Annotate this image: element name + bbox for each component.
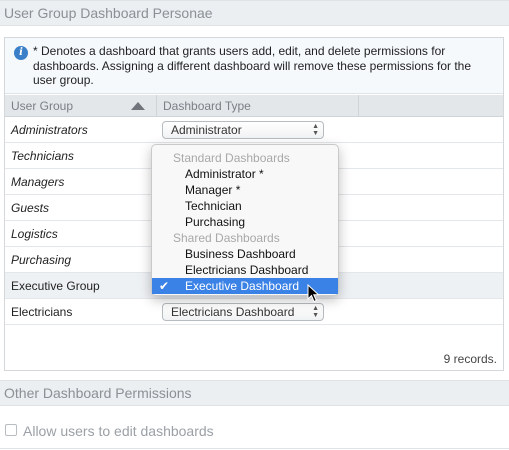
dropdown-option[interactable]: Administrator * xyxy=(152,166,338,182)
sort-ascending-icon xyxy=(131,102,145,110)
user-group-cell: Executive Group xyxy=(11,279,100,293)
dashboard-type-dropdown-menu: Standard Dashboards Administrator * Mana… xyxy=(151,144,339,296)
user-group-cell: Administrators xyxy=(11,123,88,137)
dashboard-type-select[interactable]: Electricians Dashboard ▲ ▼ xyxy=(162,303,324,321)
divider xyxy=(0,448,509,449)
dropdown-group-standard: Standard Dashboards xyxy=(173,151,290,165)
dropdown-option[interactable]: Manager * xyxy=(152,182,338,198)
column-header-user-group-label: User Group xyxy=(11,99,74,113)
dashboard-type-select[interactable]: Administrator ▲ ▼ xyxy=(162,121,324,139)
dropdown-option[interactable]: Business Dashboard xyxy=(152,246,338,262)
table-row[interactable]: Administrators Administrator ▲ ▼ xyxy=(5,117,503,143)
allow-edit-checkbox[interactable] xyxy=(5,424,17,436)
record-count: 9 records. xyxy=(443,352,497,366)
select-arrows-icon: ▲ ▼ xyxy=(312,123,319,137)
dropdown-option[interactable]: Technician xyxy=(152,198,338,214)
user-group-cell: Technicians xyxy=(11,149,74,163)
dashboard-type-value: Electricians Dashboard xyxy=(171,305,295,319)
checkmark-icon: ✔ xyxy=(159,279,170,293)
user-group-cell: Guests xyxy=(11,201,50,215)
dropdown-option[interactable]: Electricians Dashboard xyxy=(152,262,338,278)
dropdown-option[interactable]: Purchasing xyxy=(152,214,338,230)
column-header-dashboard-type-label: Dashboard Type xyxy=(163,99,251,113)
user-group-cell: Logistics xyxy=(11,227,58,241)
section-header-personae: User Group Dashboard Personae xyxy=(0,0,509,26)
allow-edit-label: Allow users to edit dashboards xyxy=(23,423,214,439)
info-text: * Denotes a dashboard that grants users … xyxy=(33,44,472,87)
user-group-cell: Purchasing xyxy=(11,253,72,267)
table-row[interactable]: Electricians Electricians Dashboard ▲ ▼ xyxy=(5,299,503,325)
info-box: i * Denotes a dashboard that grants user… xyxy=(5,38,503,94)
column-header-dashboard-type[interactable]: Dashboard Type xyxy=(157,95,359,117)
user-group-cell: Managers xyxy=(11,175,65,189)
dropdown-group-shared: Shared Dashboards xyxy=(173,231,280,245)
user-group-cell: Electricians xyxy=(11,305,73,319)
section-header-other-permissions: Other Dashboard Permissions xyxy=(0,380,509,406)
dropdown-option-label: Executive Dashboard xyxy=(185,279,300,293)
dashboard-type-value: Administrator xyxy=(171,123,242,137)
select-arrows-icon: ▲ ▼ xyxy=(312,305,319,319)
column-header-user-group[interactable]: User Group xyxy=(5,95,157,117)
grid-header: User Group Dashboard Type xyxy=(5,95,503,117)
mouse-pointer-icon xyxy=(307,284,320,303)
info-icon: i xyxy=(14,46,28,60)
